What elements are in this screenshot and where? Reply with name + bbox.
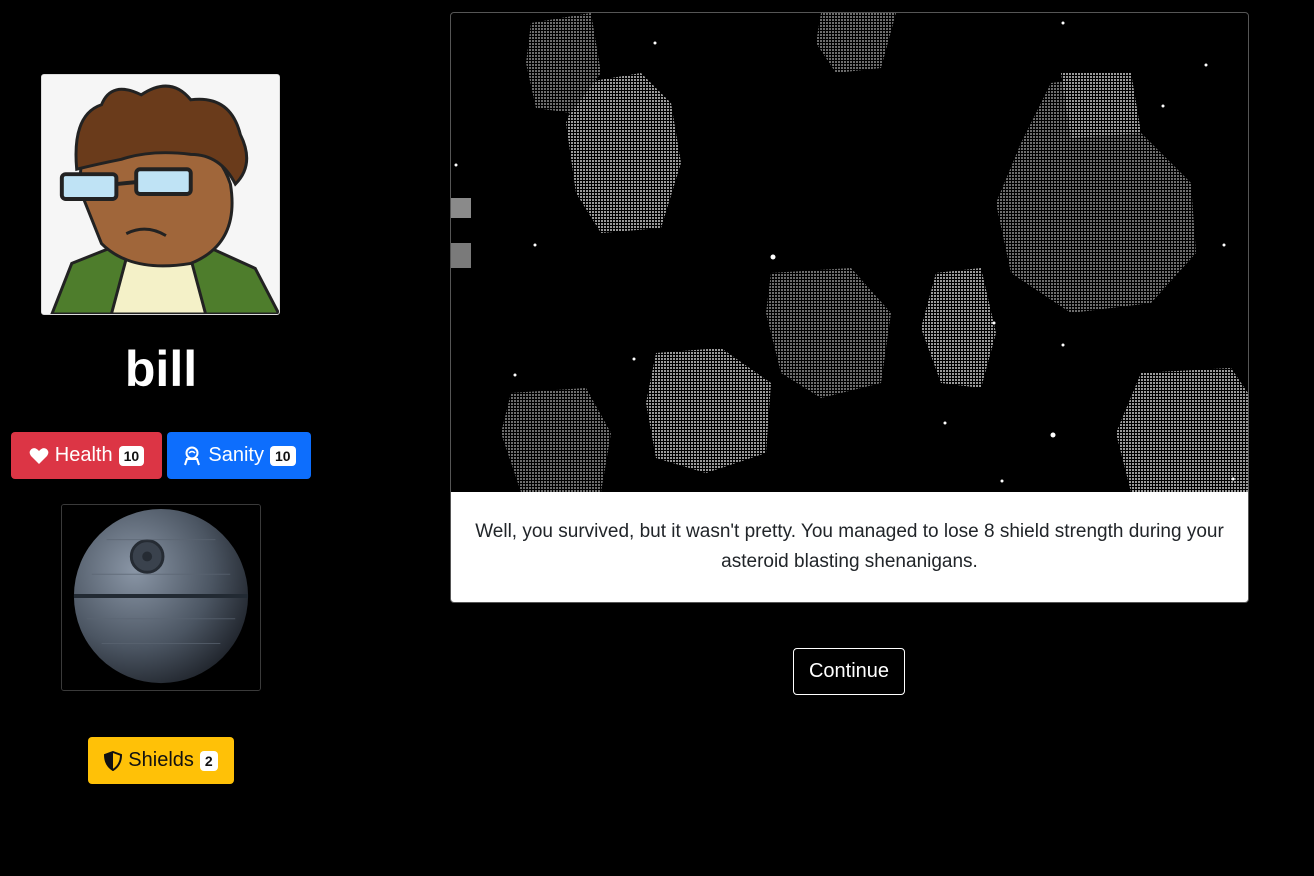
player-avatar xyxy=(41,74,280,315)
brain-person-icon xyxy=(184,446,201,465)
shields-label: Shields xyxy=(128,749,194,771)
player-name: bill xyxy=(124,341,198,397)
sanity-badge: Sanity 10 xyxy=(167,432,311,479)
asteroid-scene xyxy=(451,13,1248,492)
event-message: Well, you survived, but it wasn't pretty… xyxy=(475,521,1224,572)
sanity-count: 10 xyxy=(270,445,296,466)
heart-icon xyxy=(29,447,49,464)
sanity-label: Sanity xyxy=(208,444,264,466)
death-star-image xyxy=(62,505,260,690)
shields-badge: Shields 2 xyxy=(88,737,234,784)
health-badge: Health 10 xyxy=(11,432,162,479)
shield-icon xyxy=(104,750,123,771)
continue-button[interactable]: Continue xyxy=(793,648,905,695)
shields-count: 2 xyxy=(199,750,218,771)
event-card: Well, you survived, but it wasn't pretty… xyxy=(450,12,1249,603)
health-label: Health xyxy=(54,444,113,466)
health-count: 10 xyxy=(118,445,145,466)
ship-image xyxy=(61,504,261,691)
asteroid-field-image xyxy=(451,13,1248,492)
player-portrait-image xyxy=(42,75,279,314)
